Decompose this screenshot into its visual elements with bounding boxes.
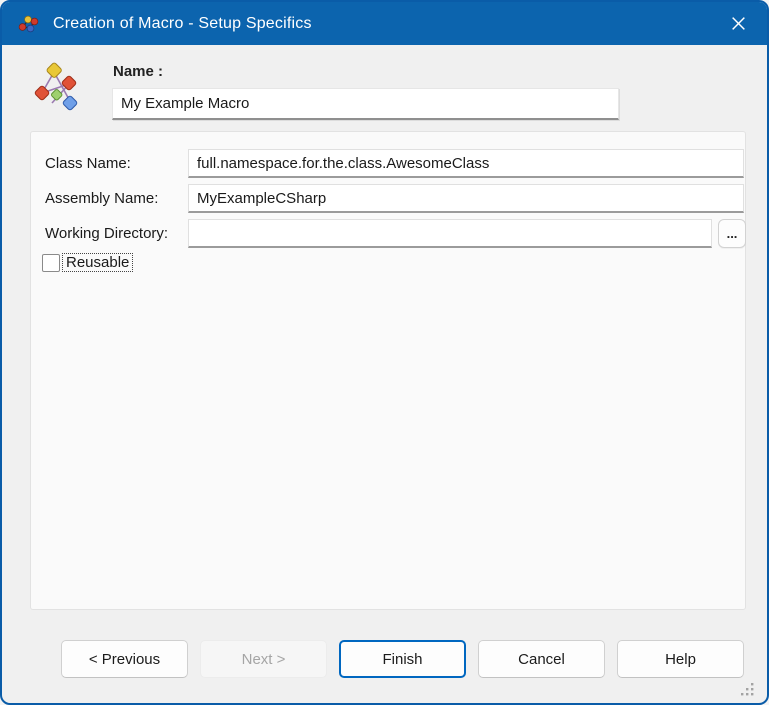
previous-button[interactable]: < Previous xyxy=(61,640,188,678)
close-x-icon xyxy=(730,15,747,32)
window-title: Creation of Macro - Setup Specifics xyxy=(53,14,312,32)
resize-grip[interactable] xyxy=(739,681,755,697)
name-label: Name : xyxy=(113,63,164,80)
working-directory-input[interactable] xyxy=(188,219,712,248)
help-button[interactable]: Help xyxy=(617,640,744,678)
class-name-input[interactable] xyxy=(188,149,744,178)
name-input[interactable] xyxy=(112,88,619,120)
reusable-checkbox[interactable] xyxy=(42,253,60,272)
macro-diamonds-icon xyxy=(32,59,80,113)
assembly-name-input[interactable] xyxy=(188,184,744,213)
browse-button[interactable]: ... xyxy=(718,219,746,248)
assembly-name-label: Assembly Name: xyxy=(45,190,159,207)
titlebar: Creation of Macro - Setup Specifics xyxy=(2,2,767,45)
working-directory-label: Working Directory: xyxy=(45,225,169,242)
macro-molecule-icon xyxy=(17,12,41,36)
close-button[interactable] xyxy=(713,2,763,45)
reusable-checkbox-row: Reusable xyxy=(42,253,134,272)
finish-button[interactable]: Finish xyxy=(339,640,466,678)
form-panel: Class Name: Assembly Name: Working Direc… xyxy=(30,131,746,610)
class-name-label: Class Name: xyxy=(45,155,131,172)
cancel-button[interactable]: Cancel xyxy=(478,640,605,678)
dialog-window: Creation of Macro - Setup Specifics Name… xyxy=(0,0,769,705)
next-button: Next > xyxy=(200,640,327,678)
reusable-checkbox-label[interactable]: Reusable xyxy=(62,253,134,272)
